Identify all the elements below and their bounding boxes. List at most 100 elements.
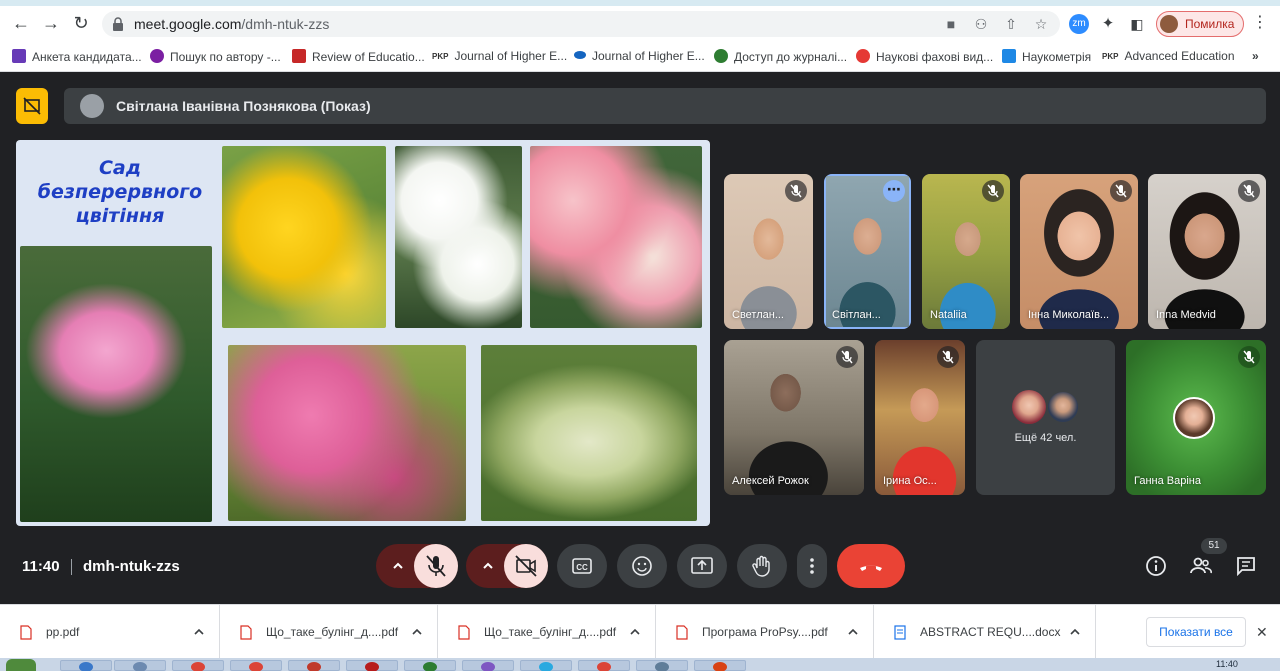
lock-icon [113, 17, 123, 31]
participant-tile[interactable]: Ганна Варіна [1126, 340, 1266, 495]
side-panel-icon[interactable]: ◧ [1127, 14, 1147, 34]
mic-off-icon [982, 180, 1004, 202]
captions-icon: CC [572, 558, 592, 574]
share-icon[interactable]: ⇧ [1002, 15, 1020, 33]
bookmarks-overflow-icon[interactable]: » [1252, 49, 1259, 67]
bookmark-item[interactable]: PKP Advanced Education [1102, 49, 1235, 67]
camera-blocked-icon[interactable]: ■ [942, 15, 960, 33]
bookmark-item[interactable]: Journal of Higher E... [574, 49, 705, 67]
mic-off-icon [1238, 180, 1260, 202]
chevron-up-icon[interactable] [629, 627, 641, 637]
app-icon [423, 662, 437, 671]
download-item[interactable]: Що_таке_булінг_д....pdf [438, 605, 656, 659]
raise-hand-button[interactable] [737, 544, 787, 588]
start-button[interactable] [6, 659, 36, 671]
participant-tile[interactable]: Алексей Рожок [724, 340, 864, 495]
participant-name: Nataliia [930, 309, 967, 321]
download-item[interactable]: pp.pdf [0, 605, 220, 659]
mic-toggle-button[interactable] [414, 544, 458, 588]
bookmark-item[interactable]: Пошук по автору -... [150, 49, 281, 67]
taskbar-app[interactable] [288, 660, 340, 671]
present-now-button[interactable] [677, 544, 727, 588]
participant-name: Ірина Ос... [883, 475, 937, 487]
bookmark-item[interactable]: Доступ до журналі... [714, 49, 847, 67]
hand-icon [752, 555, 770, 577]
chat-icon[interactable] [1235, 555, 1257, 577]
participant-tile[interactable]: Светлан... [724, 174, 813, 329]
bookmark-label: Доступ до журналі... [734, 50, 848, 64]
participant-tile[interactable]: Ірина Ос... [875, 340, 965, 495]
leave-call-button[interactable] [837, 544, 905, 588]
dogwood-photo [481, 345, 697, 521]
reload-icon[interactable]: ↻ [70, 12, 92, 34]
bookmark-item[interactable]: Наукометрія [1002, 49, 1091, 67]
extensions-puzzle-icon[interactable]: ✦ [1098, 14, 1118, 34]
others-tile[interactable]: Ещё 42 чел. [976, 340, 1115, 495]
taskbar-app[interactable] [60, 660, 112, 671]
profile-button[interactable]: Помилка [1156, 11, 1244, 37]
taskbar-app[interactable] [694, 660, 746, 671]
spiraea-white-photo [395, 146, 522, 328]
forward-icon[interactable]: → [40, 12, 62, 34]
download-filename: Програма ProPsy....pdf [702, 625, 828, 639]
bookmark-item[interactable]: Review of Educatio... [292, 49, 425, 67]
translate-icon[interactable]: ⚇ [972, 15, 990, 33]
bookmark-item[interactable]: Анкета кандидата... [12, 49, 142, 67]
reactions-button[interactable] [617, 544, 667, 588]
zoom-extension-icon[interactable]: zm [1069, 14, 1089, 34]
bookmark-star-icon[interactable]: ☆ [1032, 15, 1050, 33]
pdf-app-icon [365, 662, 379, 671]
camera-control[interactable] [466, 544, 548, 588]
more-options-button[interactable] [797, 544, 827, 588]
browser-menu-icon[interactable]: ⋮ [1249, 12, 1271, 34]
taskbar-app[interactable] [578, 660, 630, 671]
mic-off-icon [836, 346, 858, 368]
crest-icon [714, 49, 728, 63]
spiraea-pink-photo [228, 345, 466, 521]
chevron-up-icon[interactable] [411, 627, 423, 637]
close-icon[interactable]: ✕ [1256, 624, 1268, 641]
presenter-avatar [80, 94, 104, 118]
back-icon[interactable]: ← [10, 12, 32, 34]
chevron-up-icon[interactable] [1069, 627, 1081, 637]
chevron-up-icon[interactable] [847, 627, 859, 637]
bookmark-label: Journal of Higher E... [592, 49, 705, 63]
chevron-up-icon[interactable] [390, 558, 406, 574]
taskbar-app[interactable] [172, 660, 224, 671]
show-all-button[interactable]: Показати все [1146, 617, 1246, 647]
taskbar-app[interactable] [346, 660, 398, 671]
chevron-up-icon[interactable] [480, 558, 496, 574]
download-item[interactable]: ABSTRACT REQU....docx [874, 605, 1096, 659]
microphone-control[interactable] [376, 544, 458, 588]
taskbar-app[interactable] [636, 660, 688, 671]
taskbar-app[interactable] [462, 660, 514, 671]
camera-toggle-button[interactable] [504, 544, 548, 588]
dots-icon [856, 49, 870, 63]
bookmark-label: Наукометрія [1022, 50, 1092, 64]
address-bar[interactable]: meet.google.com/dmh-ntuk-zzs ■ ⚇ ⇧ ☆ [102, 11, 1060, 37]
chevron-up-icon[interactable] [193, 627, 205, 637]
participant-name: Ганна Варіна [1134, 475, 1201, 487]
participant-tile[interactable]: Інна Миколаїв... [1020, 174, 1138, 329]
download-item[interactable]: Програма ProPsy....pdf [656, 605, 874, 659]
more-options-icon[interactable]: ⋯ [883, 180, 905, 202]
participant-tile-speaking[interactable]: ⋯ Світлан... [824, 174, 911, 329]
hydrangea-photo [530, 146, 702, 328]
presentation-badge[interactable] [16, 88, 48, 124]
taskbar-app[interactable] [404, 660, 456, 671]
info-icon[interactable] [1145, 555, 1167, 577]
telegram-icon [539, 662, 553, 671]
taskbar-app[interactable] [114, 660, 166, 671]
captions-button[interactable]: CC [557, 544, 607, 588]
camera-off-icon [515, 555, 537, 577]
bookmark-item[interactable]: Наукові фахові вид... [856, 49, 993, 67]
participant-name: Світлан... [832, 309, 881, 321]
app-icon [307, 662, 321, 671]
participant-tile[interactable]: Nataliia [922, 174, 1010, 329]
people-icon[interactable] [1190, 555, 1212, 577]
download-item[interactable]: Що_таке_булінг_д....pdf [220, 605, 438, 659]
participant-tile[interactable]: Inna Medvid [1148, 174, 1266, 329]
bookmark-item[interactable]: PKP Journal of Higher E... [432, 49, 567, 67]
taskbar-app[interactable] [230, 660, 282, 671]
taskbar-app[interactable] [520, 660, 572, 671]
